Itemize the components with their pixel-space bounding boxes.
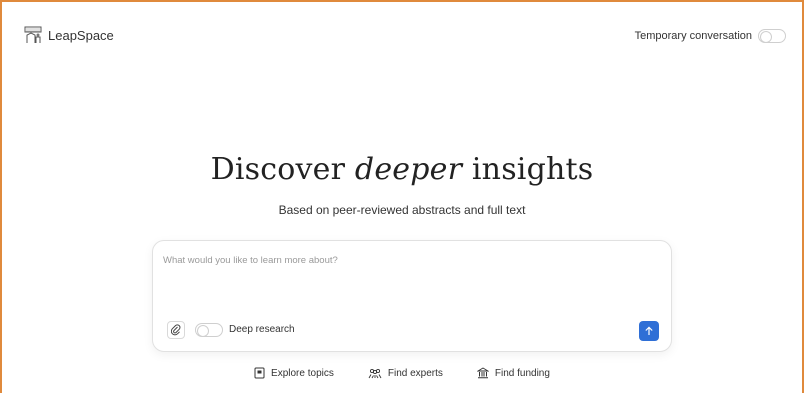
temporary-conversation-toggle[interactable]	[758, 29, 786, 43]
title-part-2: insights	[462, 152, 594, 187]
logo[interactable]: LeapSpace	[24, 26, 114, 44]
app-name: LeapSpace	[48, 27, 114, 43]
find-funding-label: Find funding	[494, 367, 550, 379]
explore-topics-button[interactable]: Explore topics	[254, 367, 334, 379]
deep-research-label: Deep research	[229, 324, 295, 335]
send-button[interactable]	[639, 321, 659, 341]
header: LeapSpace Temporary conversation	[0, 0, 804, 43]
bank-icon	[476, 367, 489, 379]
page-subtitle: Based on peer-reviewed abstracts and ful…	[278, 203, 526, 217]
find-experts-label: Find experts	[387, 367, 443, 379]
arrow-up-icon	[645, 326, 653, 335]
query-box: Deep research	[152, 240, 672, 352]
find-experts-button[interactable]: Find experts	[368, 367, 443, 379]
temporary-conversation-label: Temporary conversation	[634, 30, 752, 42]
find-funding-button[interactable]: Find funding	[476, 367, 550, 379]
query-input[interactable]	[163, 255, 663, 299]
title-emphasis: deeper	[354, 152, 463, 187]
leapspace-logo-icon	[24, 26, 42, 44]
page-title: Discover deeper insights	[0, 152, 804, 187]
deep-research-toggle[interactable]	[195, 323, 223, 337]
book-icon	[254, 367, 265, 379]
people-icon	[368, 368, 382, 378]
title-part-1: Discover	[210, 152, 355, 187]
temporary-conversation: Temporary conversation	[635, 29, 786, 43]
quick-actions: Explore topics Find experts Find funding	[0, 367, 804, 379]
explore-topics-label: Explore topics	[271, 367, 334, 379]
attach-button[interactable]	[167, 321, 185, 339]
paperclip-icon	[171, 324, 181, 336]
